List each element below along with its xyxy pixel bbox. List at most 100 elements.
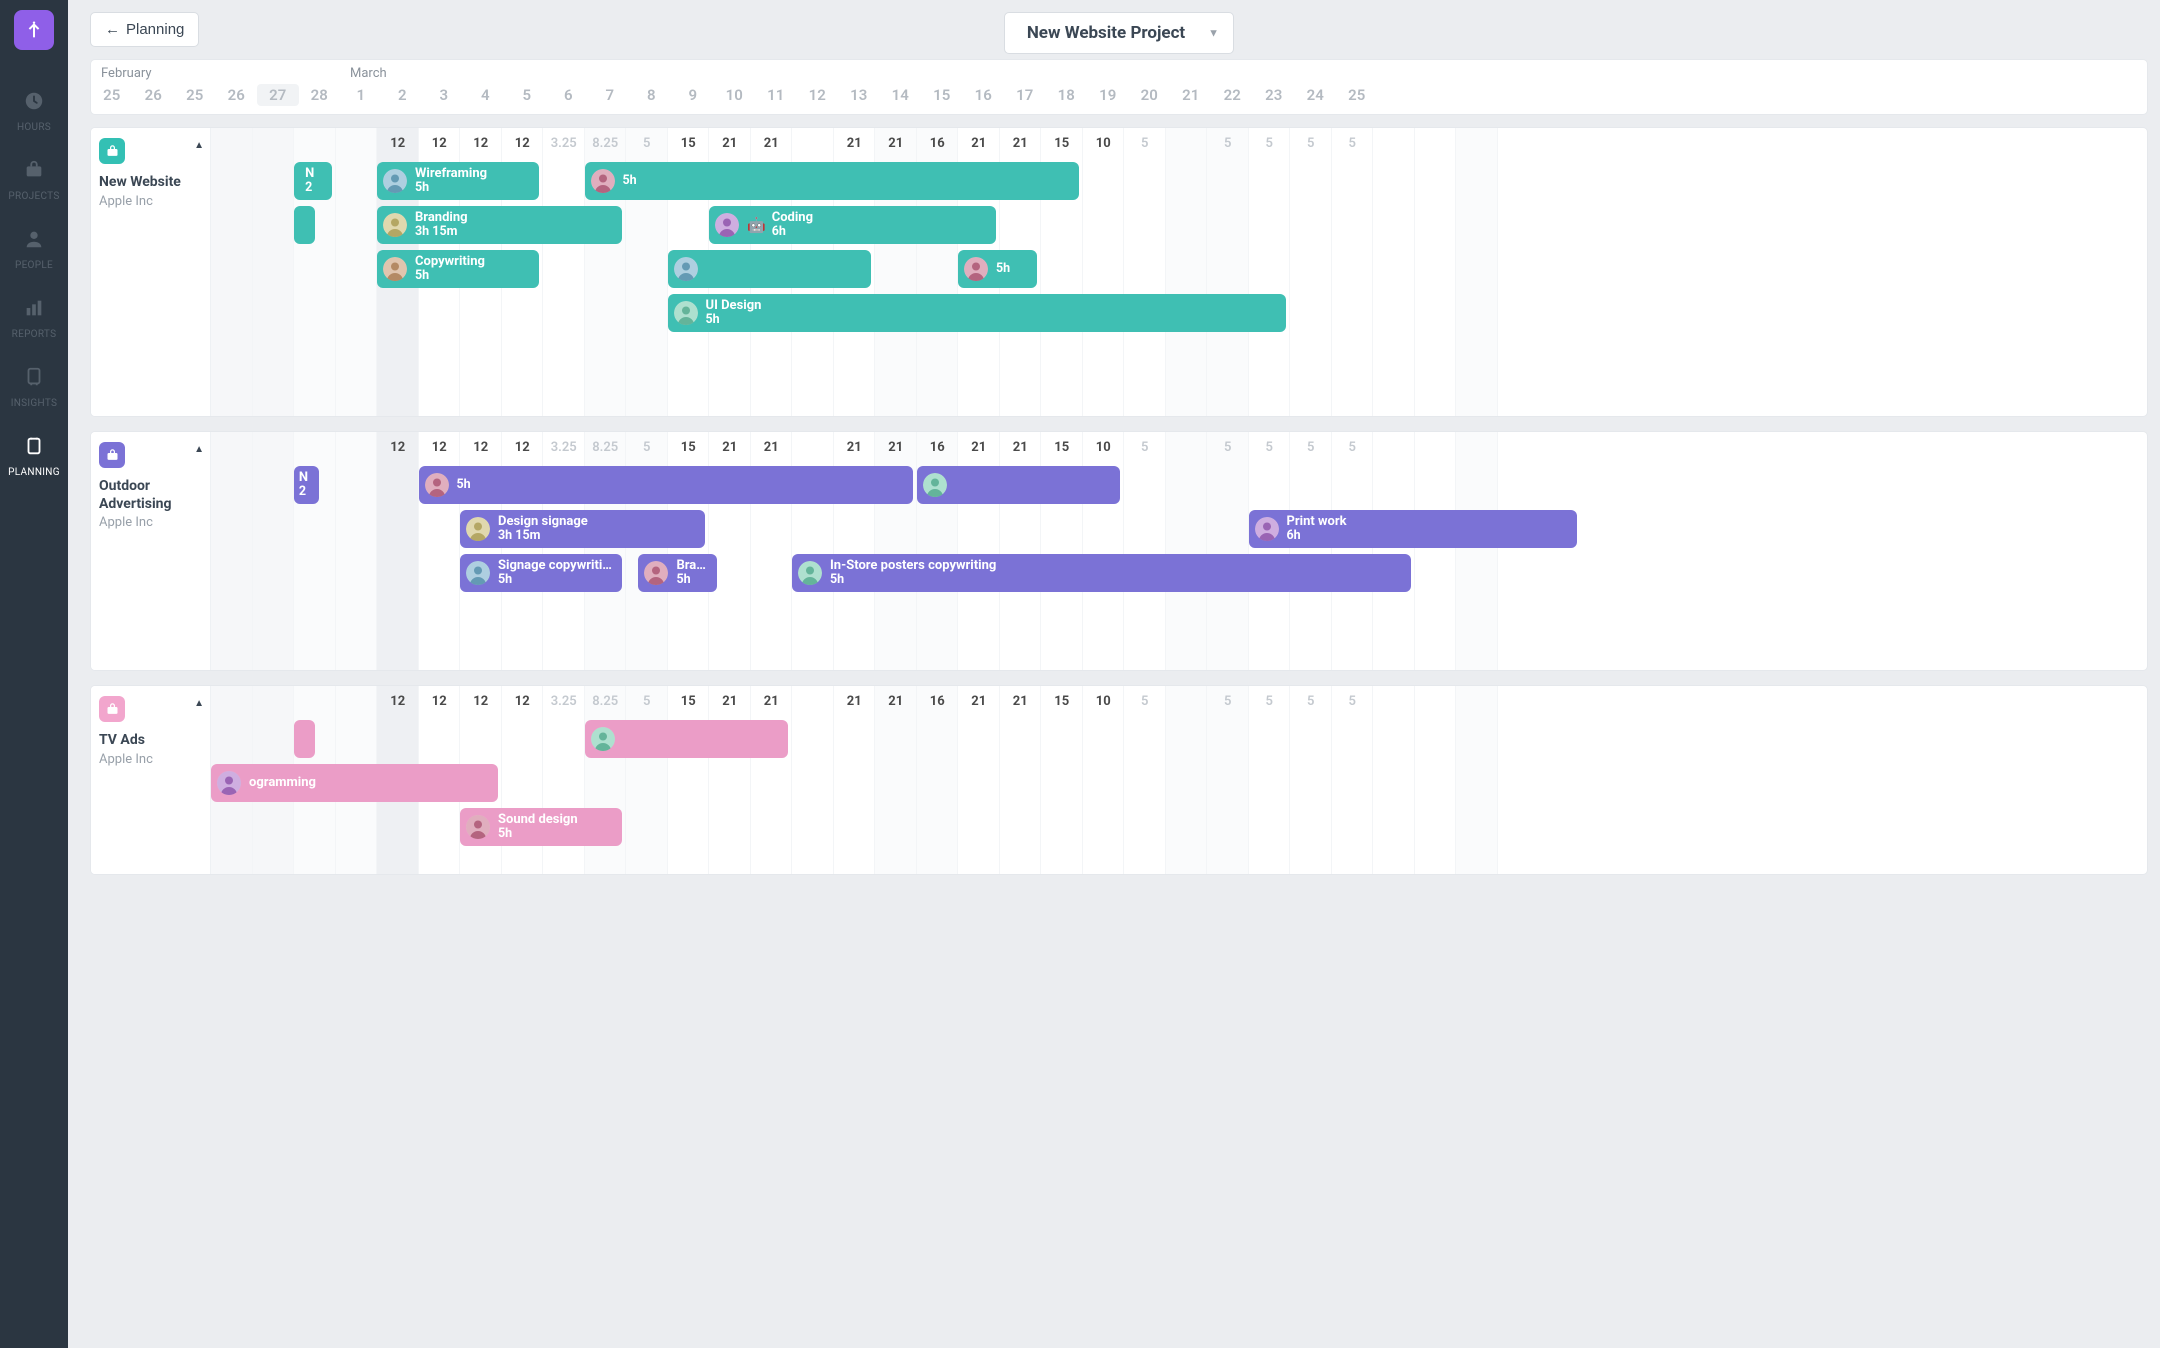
day-cell[interactable]: 23	[1253, 86, 1295, 106]
day-cell[interactable]: 10	[714, 86, 756, 106]
hours-cell: 5	[1290, 128, 1332, 160]
day-cell[interactable]: 3	[423, 86, 465, 106]
project-client: Apple Inc	[99, 752, 200, 767]
hours-cell: 5	[1332, 686, 1374, 718]
back-button[interactable]: ← Planning	[90, 12, 199, 47]
sidebar-item-hours[interactable]: HOURS	[0, 76, 68, 145]
day-cell[interactable]: 9	[672, 86, 714, 106]
avatar	[1255, 517, 1279, 541]
day-cell[interactable]: 22	[1212, 86, 1254, 106]
day-cell[interactable]: 6	[548, 86, 590, 106]
hours-cell	[1166, 686, 1208, 718]
day-cell[interactable]: 24	[1295, 86, 1337, 106]
hours-cell	[792, 686, 834, 718]
task-bar[interactable]: 5h	[585, 162, 1079, 200]
day-cell[interactable]: 15	[921, 86, 963, 106]
sidebar-item-insights[interactable]: INSIGHTS	[0, 352, 68, 421]
day-cell[interactable]: 20	[1129, 86, 1171, 106]
day-cell[interactable]: 16	[963, 86, 1005, 106]
hours-cell: 21	[709, 686, 751, 718]
task-bar[interactable]	[668, 250, 872, 288]
day-cell[interactable]: 25	[174, 86, 216, 106]
day-cell[interactable]: 26	[216, 86, 258, 106]
day-cell[interactable]: 21	[1170, 86, 1212, 106]
task-bar[interactable]: Signage copywriting5h	[460, 554, 622, 592]
task-bar[interactable]	[294, 206, 315, 244]
sidebar-item-people[interactable]: PEOPLE	[0, 214, 68, 283]
task-bar[interactable]: 5h	[958, 250, 1037, 288]
task-bar[interactable]: Print work6h	[1249, 510, 1577, 548]
hours-cell: 5	[1207, 686, 1249, 718]
task-bar[interactable]: N2	[294, 466, 319, 504]
hours-cell: 3.25	[543, 432, 585, 464]
task-name: Branding	[415, 211, 468, 225]
task-bar[interactable]: ogramming	[211, 764, 498, 802]
lane-outdoor-advertising: ▲ Outdoor Advertising Apple Inc121212123…	[90, 431, 2148, 671]
day-cell[interactable]: 25	[91, 86, 133, 106]
projects-icon	[23, 159, 45, 185]
task-bar[interactable]	[585, 720, 789, 758]
avatar	[383, 257, 407, 281]
project-client: Apple Inc	[99, 515, 200, 530]
task-bar[interactable]: 🤖Coding6h	[709, 206, 996, 244]
sidebar-item-planning[interactable]: PLANNING	[0, 421, 68, 490]
sidebar-item-label: INSIGHTS	[11, 398, 58, 409]
task-hours: 5h	[415, 181, 487, 195]
task-bar[interactable]: N2	[294, 162, 332, 200]
task-bar[interactable]	[917, 466, 1121, 504]
collapse-toggle[interactable]: ▲	[194, 140, 204, 151]
task-bar[interactable]: Sound design5h	[460, 808, 622, 846]
task-name: N	[305, 167, 314, 181]
day-cell[interactable]: 19	[1087, 86, 1129, 106]
avatar	[217, 771, 241, 795]
sidebar-item-reports[interactable]: REPORTS	[0, 283, 68, 352]
day-cell[interactable]: 14	[880, 86, 922, 106]
hours-cell: 21	[834, 128, 876, 160]
hours-cell	[792, 128, 834, 160]
hours-cell: 10	[1083, 686, 1125, 718]
sidebar-item-label: PLANNING	[8, 467, 60, 478]
task-hours: 6h	[1287, 529, 1347, 543]
task-labels: Coding6h	[772, 211, 813, 239]
collapse-toggle[interactable]: ▲	[194, 444, 204, 455]
sidebar-item-projects[interactable]: PROJECTS	[0, 145, 68, 214]
hours-cell: 21	[709, 432, 751, 464]
sidebar-item-label: PROJECTS	[8, 191, 59, 202]
day-cell[interactable]: 13	[838, 86, 880, 106]
project-select[interactable]: New Website Project ▼	[1004, 12, 1234, 54]
day-cell[interactable]: 7	[589, 86, 631, 106]
task-bar[interactable]: Branding3h 15m	[377, 206, 622, 244]
hours-cell: 5	[1332, 128, 1374, 160]
task-bar[interactable]: UI Design5h	[668, 294, 1287, 332]
day-cell[interactable]: 2	[382, 86, 424, 106]
day-cell[interactable]: 18	[1046, 86, 1088, 106]
task-bar[interactable]: Copywriting5h	[377, 250, 539, 288]
task-bar[interactable]: Design signage3h 15m	[460, 510, 705, 548]
collapse-toggle[interactable]: ▲	[194, 698, 204, 709]
task-bar[interactable]: Wireframing5h	[377, 162, 539, 200]
day-cell[interactable]: 25	[1336, 86, 1378, 106]
day-cell[interactable]: 17	[1004, 86, 1046, 106]
day-cell[interactable]: 5	[506, 86, 548, 106]
hours-cell: 12	[377, 432, 419, 464]
avatar	[466, 517, 490, 541]
task-bar[interactable]: In-Store posters copywriting5h	[792, 554, 1411, 592]
day-cell[interactable]: 8	[631, 86, 673, 106]
day-cell[interactable]: 28	[299, 86, 341, 106]
chevron-down-icon: ▼	[1208, 27, 1219, 40]
lane-header: ▲ Outdoor Advertising Apple Inc	[91, 432, 211, 670]
hours-cell: 12	[377, 686, 419, 718]
day-cell[interactable]: 11	[755, 86, 797, 106]
lane-body: 121212123.258.25515212121211621211510555…	[211, 128, 2147, 417]
task-bar[interactable]: 5h	[419, 466, 913, 504]
day-cell[interactable]: 4	[465, 86, 507, 106]
hours-cell: 5	[1249, 432, 1291, 464]
day-cell[interactable]: 27	[257, 84, 299, 106]
day-cell[interactable]: 1	[340, 86, 382, 106]
task-bar[interactable]	[294, 720, 315, 758]
app-logo[interactable]	[14, 10, 54, 50]
task-bar[interactable]: Brand…5h	[638, 554, 717, 592]
task-name: Sound design	[498, 813, 578, 827]
day-cell[interactable]: 12	[797, 86, 839, 106]
day-cell[interactable]: 26	[133, 86, 175, 106]
